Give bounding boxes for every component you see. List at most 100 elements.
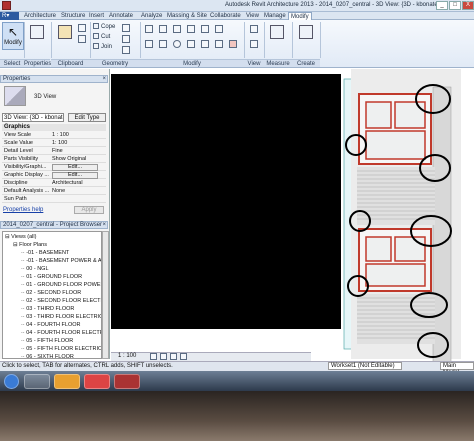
rotate-icon[interactable] (173, 40, 181, 48)
mirror-axis-icon[interactable] (173, 25, 181, 33)
browser-tree-item[interactable]: ·· 04 - FOURTH FLOOR (21, 321, 81, 329)
browser-tree-item[interactable]: ⊟ Floor Plans (13, 241, 47, 249)
sun-path-icon[interactable] (170, 353, 177, 360)
tab-structure[interactable]: Structure (59, 12, 87, 20)
browser-tree-item[interactable]: ·· 04 - FOURTH FLOOR ELECTR (21, 329, 101, 337)
tab-modify[interactable]: Modify (288, 12, 312, 20)
browser-tree-item[interactable]: ·· 05 - FIFTH FLOOR ELECTRICA (21, 345, 101, 353)
design-option-dropdown[interactable]: Main Model (440, 362, 474, 376)
view-scale-selector[interactable]: 1 : 100 (118, 353, 136, 359)
properties-button[interactable] (26, 22, 48, 50)
maximize-button[interactable]: □ (449, 1, 461, 10)
property-row[interactable]: Parts Visibility Show Original (2, 156, 106, 163)
property-row[interactable]: View Scale 1 : 100 (2, 132, 106, 139)
trim-extend-icon[interactable] (187, 40, 195, 48)
mirror-draw-icon[interactable] (187, 25, 195, 33)
property-value[interactable]: Show Original (52, 156, 86, 163)
paste-button[interactable] (54, 22, 76, 50)
property-row[interactable]: Scale Value 1: 100 (2, 140, 106, 147)
wall-joins-icon[interactable] (122, 46, 130, 54)
graphics-section-header[interactable]: Graphics (2, 124, 106, 131)
visual-style-icon[interactable] (160, 353, 167, 360)
taskbar-browser-icon[interactable] (84, 374, 110, 389)
active-workset-dropdown[interactable]: Workset1 (Not Editable) (328, 362, 402, 370)
taskbar-revit-icon[interactable] (114, 374, 140, 389)
property-row[interactable]: Default Analysis ... None (2, 188, 106, 195)
taskbar-media-icon[interactable] (54, 374, 80, 389)
revit-logo-icon[interactable] (2, 1, 11, 10)
property-value[interactable]: Fine (52, 148, 63, 155)
browser-tree-item[interactable]: ·· 02 - SECOND FLOOR ELECTR (21, 297, 101, 305)
detail-level-icon[interactable] (150, 353, 157, 360)
property-key: View Scale (4, 132, 32, 138)
browser-tree-item[interactable]: ·· 03 - THIRD FLOOR ELECTRICA (21, 313, 101, 321)
browser-tree-item[interactable]: ·· 03 - THIRD FLOOR (21, 305, 74, 313)
property-row[interactable]: Graphic Display ... Edit... (2, 172, 106, 179)
tab-annotate[interactable]: Annotate (107, 12, 135, 20)
align-icon[interactable] (145, 25, 153, 33)
window-pane (365, 263, 426, 287)
measure-button[interactable] (266, 22, 288, 50)
move-icon[interactable] (145, 40, 153, 48)
copy-icon[interactable] (159, 40, 167, 48)
start-button-icon[interactable] (4, 374, 19, 389)
browser-tree-item[interactable]: ·· 06 - SIXTH FLOOR (21, 353, 74, 358)
cut-clipboard-icon[interactable] (78, 24, 86, 32)
tab-view[interactable]: View (244, 12, 261, 20)
tab-analyze[interactable]: Analyze (139, 12, 164, 20)
property-edit-button[interactable]: Edit... (52, 172, 98, 179)
tab-massing-site[interactable]: Massing & Site (165, 12, 209, 20)
application-menu-button[interactable]: R▾ (0, 12, 19, 20)
property-edit-button[interactable]: Edit... (52, 164, 98, 171)
modify-button[interactable]: ↖ Modify (2, 22, 24, 50)
tab-architecture[interactable]: Architecture (22, 12, 58, 20)
browser-tree-item[interactable]: ·· 00 - NGL (21, 265, 49, 273)
close-button[interactable]: X (462, 1, 474, 10)
project-browser-scrollbar[interactable] (102, 231, 109, 359)
cope-button[interactable]: Cope (93, 23, 115, 31)
drawing-canvas[interactable] (111, 69, 474, 363)
property-row[interactable]: Discipline Architectural (2, 180, 106, 187)
browser-tree-item[interactable]: ·· -01 - BASEMENT POWER & A (21, 257, 101, 265)
type-selector-dropdown[interactable]: 3D View: {3D - kbonate} (2, 113, 64, 122)
browser-tree-item[interactable]: ·· 05 - FIFTH FLOOR (21, 337, 73, 345)
browser-tree-item[interactable]: ⊟ Views (all) (5, 233, 36, 241)
shadows-icon[interactable] (180, 353, 187, 360)
property-value[interactable]: None (52, 188, 65, 195)
override-graphics-icon[interactable] (250, 40, 258, 48)
copy-clipboard-icon[interactable] (78, 35, 86, 43)
close-icon[interactable]: × (102, 222, 106, 229)
browser-tree-item[interactable]: ·· 01 - GROUND FLOOR POWEF (21, 281, 101, 289)
browser-tree-item[interactable]: ·· 01 - GROUND FLOOR (21, 273, 82, 281)
split-icon[interactable] (201, 25, 209, 33)
pin-icon[interactable] (215, 25, 223, 33)
offset-icon[interactable] (159, 25, 167, 33)
close-icon[interactable]: × (102, 76, 106, 83)
property-value[interactable]: 1 : 100 (52, 132, 69, 139)
property-row[interactable]: Detail Level Fine (2, 148, 106, 155)
array-icon[interactable] (201, 40, 209, 48)
create-group-button[interactable] (295, 22, 317, 50)
scale-icon[interactable] (215, 40, 223, 48)
tab-manage[interactable]: Manage (262, 12, 288, 20)
apply-button[interactable]: Apply (74, 206, 104, 214)
taskbar-explorer-icon[interactable] (24, 374, 50, 389)
paint-icon[interactable] (122, 35, 130, 43)
browser-tree-item[interactable]: ·· -01 - BASEMENT (21, 249, 69, 257)
property-row[interactable]: Visibility/Graphi... Edit... (2, 164, 106, 171)
properties-help-link[interactable]: Properties help (3, 207, 43, 213)
minimize-button[interactable]: _ (436, 1, 448, 10)
property-row[interactable]: Sun Path (2, 196, 106, 203)
cut-geometry-button[interactable]: Cut (93, 33, 110, 41)
edit-type-button[interactable]: Edit Type (68, 113, 106, 122)
hide-in-view-icon[interactable] (250, 25, 258, 33)
tab-collaborate[interactable]: Collaborate (208, 12, 243, 20)
split-face-icon[interactable] (122, 24, 130, 32)
building-model-view[interactable] (111, 69, 474, 363)
join-button[interactable]: Join (93, 43, 112, 51)
property-value[interactable]: 1: 100 (52, 140, 67, 147)
property-value[interactable]: Architectural (52, 180, 83, 187)
delete-icon[interactable] (229, 40, 237, 48)
tab-insert[interactable]: Insert (87, 12, 106, 20)
browser-tree-item[interactable]: ·· 02 - SECOND FLOOR (21, 289, 81, 297)
